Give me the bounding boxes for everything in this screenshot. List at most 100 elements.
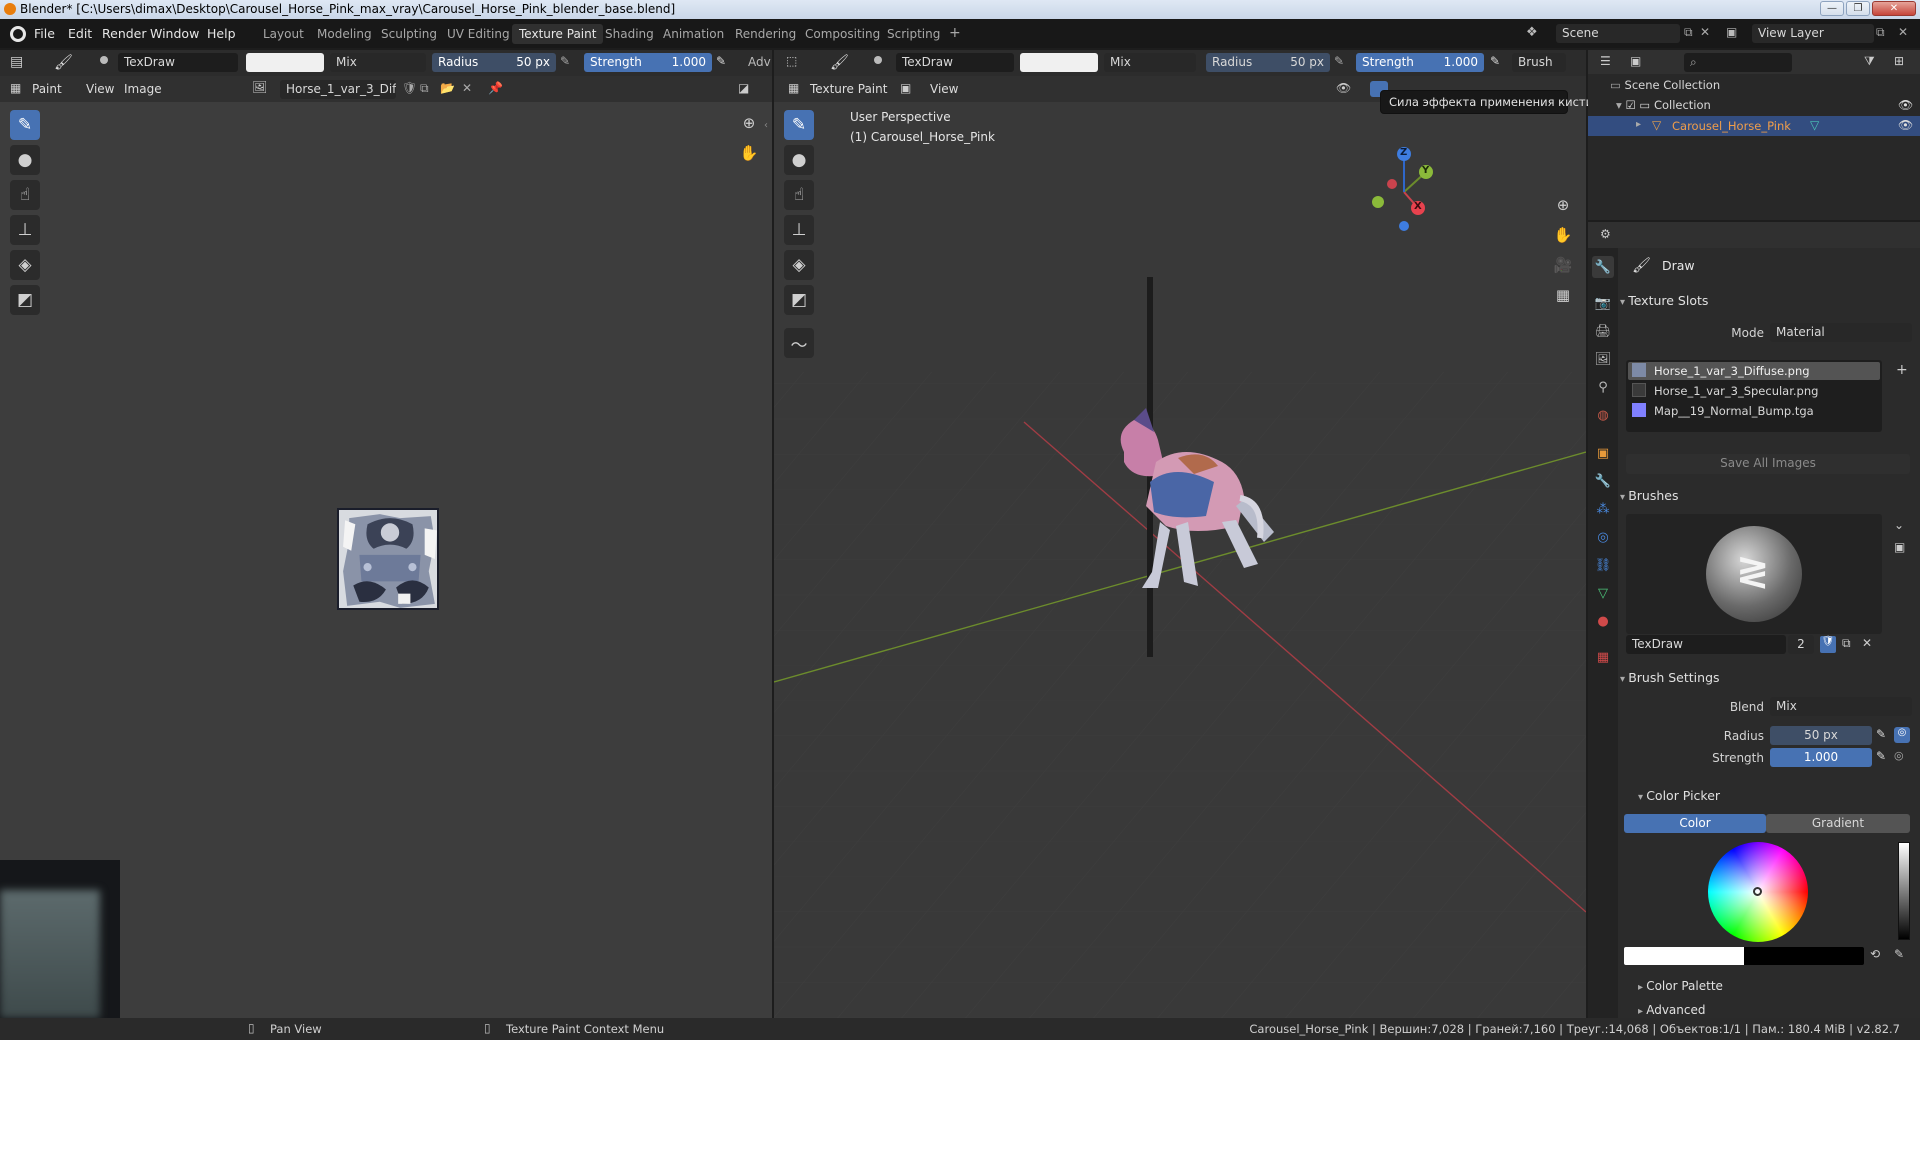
brush-color-swatch[interactable]	[246, 53, 324, 72]
pan-hand-icon[interactable]: ✋	[738, 142, 760, 164]
visibility-icon[interactable]: 👁	[1336, 81, 1351, 95]
soften-tool-icon[interactable]: ●	[10, 145, 40, 175]
eyedropper-icon[interactable]: ✎	[1894, 947, 1904, 961]
physics-tab-icon[interactable]: ◎	[1592, 526, 1614, 548]
tab-scripting[interactable]: Scripting	[880, 24, 947, 44]
viewport-editor-type-icon[interactable]: ⬚	[786, 54, 797, 68]
tool-tab-icon[interactable]: 🔧	[1592, 256, 1614, 278]
color-palette-panel-header[interactable]: ▸ Color Palette	[1638, 979, 1898, 1001]
texture-slot-row-selected[interactable]: Horse_1_var_3_Diffuse.png	[1628, 362, 1880, 380]
tab-sculpting[interactable]: Sculpting	[374, 24, 444, 44]
camera-view-icon[interactable]: 🎥	[1552, 254, 1574, 276]
menu-file[interactable]: File	[34, 26, 55, 41]
strength-lock-icon[interactable]: ◎	[1894, 749, 1904, 762]
view-layer-field[interactable]: View Layer	[1752, 24, 1874, 43]
tab-shading[interactable]: Shading	[598, 24, 661, 44]
viewport-blend-dropdown[interactable]: Mix	[1104, 53, 1196, 72]
strength-pressure-icon[interactable]: ✎	[716, 54, 726, 68]
outliner-search-input[interactable]: ⌕	[1684, 53, 1792, 72]
brush-duplicate-icon[interactable]: ⧉	[1842, 636, 1851, 651]
image-menu[interactable]: Image	[124, 82, 162, 96]
gradient-tab[interactable]: Gradient	[1766, 814, 1910, 833]
tab-layout[interactable]: Layout	[256, 24, 311, 44]
primary-secondary-color-swatches[interactable]	[1624, 947, 1864, 965]
paint-mode-dropdown[interactable]: Paint	[32, 82, 62, 96]
modifier-tab-icon[interactable]: 🔧	[1592, 470, 1614, 492]
delete-view-layer-icon[interactable]: ✕	[1898, 25, 1908, 39]
viewport-radius-pressure-icon[interactable]: ✎	[1334, 54, 1344, 68]
maximize-button[interactable]: ❐	[1846, 1, 1870, 16]
save-all-images-button[interactable]: Save All Images	[1626, 454, 1910, 474]
minimize-button[interactable]: —	[1820, 1, 1844, 16]
new-view-layer-icon[interactable]: ⧉	[1876, 25, 1885, 40]
brush-browser-toggle-icon[interactable]: ⌄	[1894, 518, 1904, 532]
image-editor[interactable]: ▤ 🖌 TexDraw Mix Radius 50 px ✎ Strength 1.…	[0, 50, 772, 1018]
color-wheel-cursor[interactable]	[1753, 887, 1762, 896]
brush-name-field[interactable]: TexDraw	[118, 53, 238, 72]
viewport-brush-preview-icon[interactable]	[874, 56, 882, 64]
smear-tool-icon[interactable]: ☝	[10, 180, 40, 210]
brush-preview-area[interactable]: ≷	[1626, 514, 1882, 634]
mask-tool-icon[interactable]: ◩	[10, 285, 40, 315]
particles-tab-icon[interactable]: ⁂	[1592, 498, 1614, 520]
new-image-icon[interactable]: ⧉	[420, 81, 429, 96]
brush-settings-panel-header[interactable]: ▾ Brush Settings	[1620, 670, 1916, 692]
strength-setting-pressure-icon[interactable]: ✎	[1876, 749, 1886, 763]
properties-editor-type-icon[interactable]: ⚙	[1600, 227, 1611, 241]
render-tab-icon[interactable]: 📷	[1592, 292, 1614, 314]
paint-mask-icon[interactable]: ▣	[900, 81, 911, 95]
draw-tool-icon[interactable]: ✎	[10, 110, 40, 140]
object-visibility-icon[interactable]: 👁	[1898, 118, 1913, 132]
tab-modeling[interactable]: Modeling	[310, 24, 379, 44]
viewport-color-swatch[interactable]	[1020, 53, 1098, 72]
delete-scene-icon[interactable]: ✕	[1700, 25, 1710, 39]
brush-datablock-name[interactable]: TexDraw	[1626, 635, 1786, 654]
strength-setting-field[interactable]: 1.000	[1770, 748, 1872, 767]
pin-icon[interactable]: 📌	[488, 81, 503, 95]
texture-slots-panel-header[interactable]: ▾ Texture Slots	[1620, 293, 1916, 315]
viewport-zoom-icon[interactable]: ⊕	[1552, 194, 1574, 216]
outliner-editor-type-icon[interactable]: ☰	[1600, 54, 1611, 68]
strength-field[interactable]: Strength 1.000	[584, 53, 712, 72]
menu-window[interactable]: Window	[150, 26, 199, 41]
image-name-field[interactable]: Horse_1_var_3_Diff...	[280, 80, 396, 99]
view-layer-tab-icon[interactable]: 🖼	[1592, 348, 1614, 370]
scene-field[interactable]: Scene	[1556, 24, 1680, 43]
brush-fake-user-icon[interactable]: 🛡	[1820, 636, 1836, 653]
collection-checkbox-icon[interactable]: ☑	[1625, 98, 1639, 112]
open-image-icon[interactable]: 📂	[440, 81, 455, 95]
view-menu[interactable]: View	[86, 82, 114, 96]
radius-field[interactable]: Radius 50 px	[432, 53, 556, 72]
tab-rendering[interactable]: Rendering	[728, 24, 803, 44]
scene-tab-icon[interactable]: ⚲	[1592, 376, 1614, 398]
tab-compositing[interactable]: Compositing	[798, 24, 887, 44]
tab-uv-editing[interactable]: UV Editing	[440, 24, 517, 44]
texture-image-preview[interactable]	[337, 508, 439, 610]
brushes-panel-header[interactable]: ▾ Brushes	[1620, 488, 1916, 510]
view-layer-icon[interactable]: ▣	[1726, 25, 1737, 39]
object-row[interactable]: ▸ ▽ Carousel_Horse_Pink ▽ 👁	[1588, 116, 1920, 136]
3d-viewport[interactable]: ⬚ 🖌 TexDraw Mix Radius 50 px ✎ Strength 1.…	[774, 50, 1597, 1018]
advanced-menu[interactable]: Adv	[748, 55, 771, 69]
radius-setting-field[interactable]: 50 px	[1770, 726, 1872, 745]
viewport-pan-icon[interactable]: ✋	[1552, 224, 1574, 246]
sidebar-toggle-icon[interactable]: ‹	[764, 120, 768, 131]
tab-texture-paint[interactable]: Texture Paint	[512, 24, 604, 44]
fill-tool-icon[interactable]: ◈	[10, 250, 40, 280]
output-tab-icon[interactable]: 🖨	[1592, 320, 1614, 342]
data-tab-icon[interactable]: ▽	[1592, 582, 1614, 604]
viewport-strength-pressure-icon[interactable]: ✎	[1490, 54, 1500, 68]
brush-menu[interactable]: Brush	[1512, 53, 1566, 72]
menu-render[interactable]: Render	[102, 26, 147, 41]
menu-edit[interactable]: Edit	[68, 26, 92, 41]
texture-mode-dropdown[interactable]: Material	[1770, 323, 1912, 342]
constraints-tab-icon[interactable]: ⛓	[1592, 554, 1614, 576]
new-collection-icon[interactable]: ⊞	[1894, 54, 1904, 68]
radius-pressure-icon[interactable]: ✎	[560, 54, 570, 68]
swap-colors-icon[interactable]: ⟲	[1870, 947, 1880, 961]
color-picker-panel-header[interactable]: ▾ Color Picker	[1638, 788, 1898, 810]
zoom-icon[interactable]: ⊕	[738, 112, 760, 134]
outliner[interactable]: ☰ ▣ ⌕ ⧩ ⊞ ▭ Scene Collection ▾ ☑ ▭ Colle…	[1588, 50, 1920, 220]
fake-user-icon[interactable]: 🛡	[402, 81, 417, 95]
viewport-view-menu[interactable]: View	[930, 82, 958, 96]
